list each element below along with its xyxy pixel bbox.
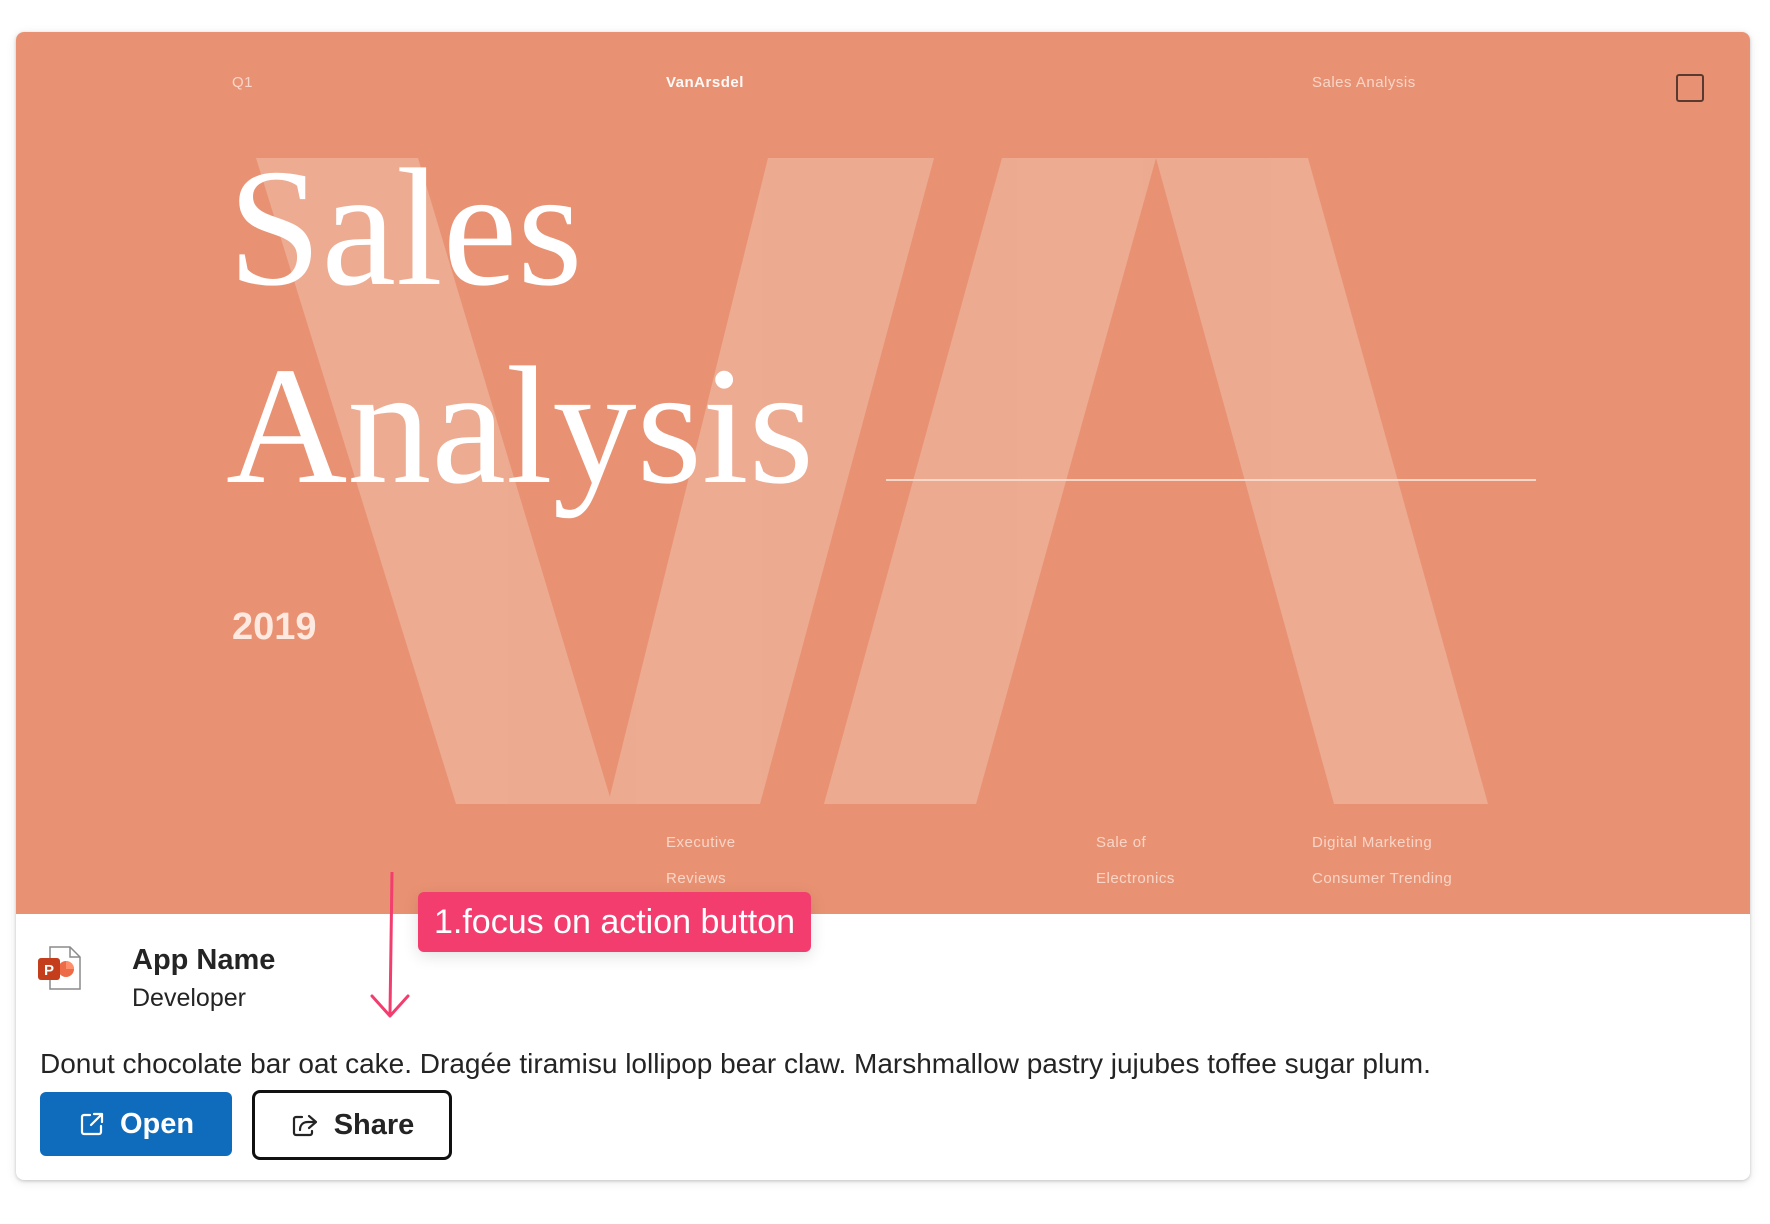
select-checkbox[interactable] bbox=[1676, 74, 1704, 102]
footer-col2-line1: Sale of bbox=[1096, 834, 1147, 851]
slide-year: 2019 bbox=[232, 606, 317, 648]
file-card: Q1 VanArsdel Sales Analysis Sales Analys… bbox=[16, 32, 1750, 1180]
footer-col3-line1: Digital Marketing bbox=[1312, 834, 1433, 851]
annotation-callout: 1.focus on action button bbox=[418, 892, 812, 952]
footer-col2-line2: Electronics bbox=[1096, 870, 1175, 887]
share-button[interactable]: Share bbox=[252, 1090, 452, 1160]
open-button[interactable]: Open bbox=[40, 1092, 232, 1156]
open-button-label: Open bbox=[119, 1107, 195, 1140]
developer-name: Developer bbox=[132, 984, 246, 1012]
svg-text:P: P bbox=[44, 962, 54, 979]
share-icon bbox=[292, 1114, 317, 1137]
quarter-label: Q1 bbox=[232, 74, 254, 91]
brand-logo: VanArsdel bbox=[666, 74, 744, 91]
card-description: Donut chocolate bar oat cake. Dragée tir… bbox=[40, 1048, 1431, 1079]
slide-title-line2: Analysis bbox=[226, 333, 814, 519]
powerpoint-icon: P bbox=[38, 946, 81, 990]
footer-col1-line1: Executive bbox=[666, 834, 736, 851]
slide-thumbnail[interactable]: Q1 VanArsdel Sales Analysis Sales Analys… bbox=[16, 32, 1750, 914]
app-name: App Name bbox=[132, 944, 276, 976]
open-external-icon bbox=[80, 1112, 104, 1136]
slide-title-line1: Sales bbox=[228, 135, 583, 321]
footer-col1-line2: Reviews bbox=[666, 870, 727, 887]
share-button-label: Share bbox=[333, 1108, 415, 1141]
slide-header-label: Sales Analysis bbox=[1312, 74, 1416, 91]
footer-col3-line2: Consumer Trending bbox=[1312, 870, 1453, 887]
